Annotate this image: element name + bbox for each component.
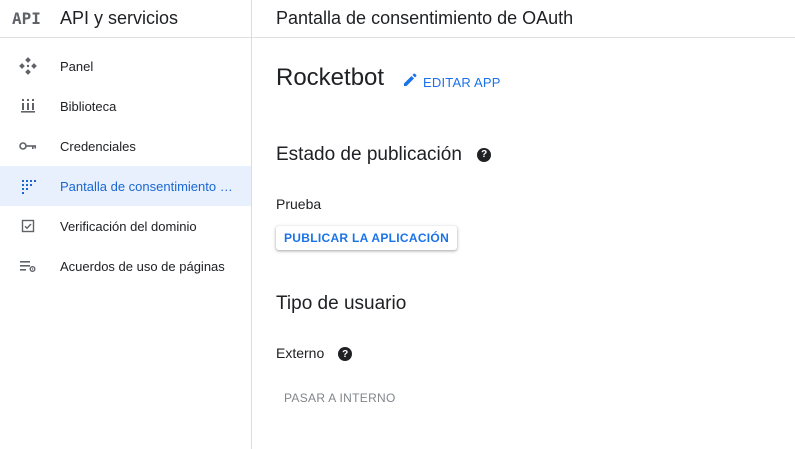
- sidebar: API API y servicios Panel Biblioteca Cre…: [0, 0, 252, 449]
- edit-app-label: EDITAR APP: [423, 75, 501, 90]
- user-type-row: Externo ?: [276, 345, 353, 362]
- sidebar-header: API API y servicios: [0, 0, 251, 38]
- sidebar-item-domain-verification[interactable]: Verificación del dominio: [0, 206, 251, 246]
- help-icon[interactable]: ?: [338, 347, 353, 362]
- publish-app-button[interactable]: PUBLICAR LA APLICACIÓN: [276, 226, 458, 250]
- domain-verification-icon: [18, 216, 38, 236]
- page-usage-settings-icon: [18, 256, 38, 276]
- publishing-status-title: Estado de publicación: [276, 144, 462, 165]
- key-icon: [18, 136, 38, 156]
- sidebar-item-panel[interactable]: Panel: [0, 46, 251, 86]
- app-name-heading: Rocketbot: [276, 64, 385, 91]
- sidebar-item-label: Panel: [60, 58, 94, 74]
- main-content: Rocketbot EDITAR APP Estado de publicaci…: [276, 37, 795, 449]
- page-title: Pantalla de consentimiento de OAuth: [276, 8, 574, 28]
- page-header: Pantalla de consentimiento de OAuth: [252, 0, 795, 38]
- dashboard-icon: [18, 56, 38, 76]
- api-logo[interactable]: API: [12, 9, 48, 28]
- sidebar-nav: Panel Biblioteca Credenciales Pantalla d…: [0, 38, 251, 286]
- sidebar-item-credenciales[interactable]: Credenciales: [0, 126, 251, 166]
- user-type-value: Externo: [276, 345, 325, 361]
- help-icon[interactable]: ?: [477, 147, 492, 162]
- make-internal-button[interactable]: PASAR A INTERNO: [284, 391, 396, 405]
- sidebar-item-biblioteca[interactable]: Biblioteca: [0, 86, 251, 126]
- product-name[interactable]: API y servicios: [60, 8, 178, 29]
- sidebar-item-label: Credenciales: [60, 138, 136, 154]
- sidebar-item-page-usage[interactable]: Acuerdos de uso de páginas: [0, 246, 251, 286]
- sidebar-item-label: Pantalla de consentimiento …: [60, 178, 233, 194]
- pencil-icon: [402, 72, 418, 93]
- consent-screen-icon: [18, 176, 38, 196]
- edit-app-button[interactable]: EDITAR APP: [402, 72, 501, 93]
- user-type-heading: Tipo de usuario: [276, 293, 407, 314]
- publishing-status-heading: Estado de publicación ?: [276, 144, 492, 166]
- publishing-status-value: Prueba: [276, 196, 322, 212]
- sidebar-item-label: Acuerdos de uso de páginas: [60, 258, 225, 274]
- sidebar-item-consent-screen[interactable]: Pantalla de consentimiento …: [0, 166, 251, 206]
- library-icon: [18, 96, 38, 116]
- sidebar-item-label: Verificación del dominio: [60, 218, 197, 234]
- sidebar-item-label: Biblioteca: [60, 98, 117, 114]
